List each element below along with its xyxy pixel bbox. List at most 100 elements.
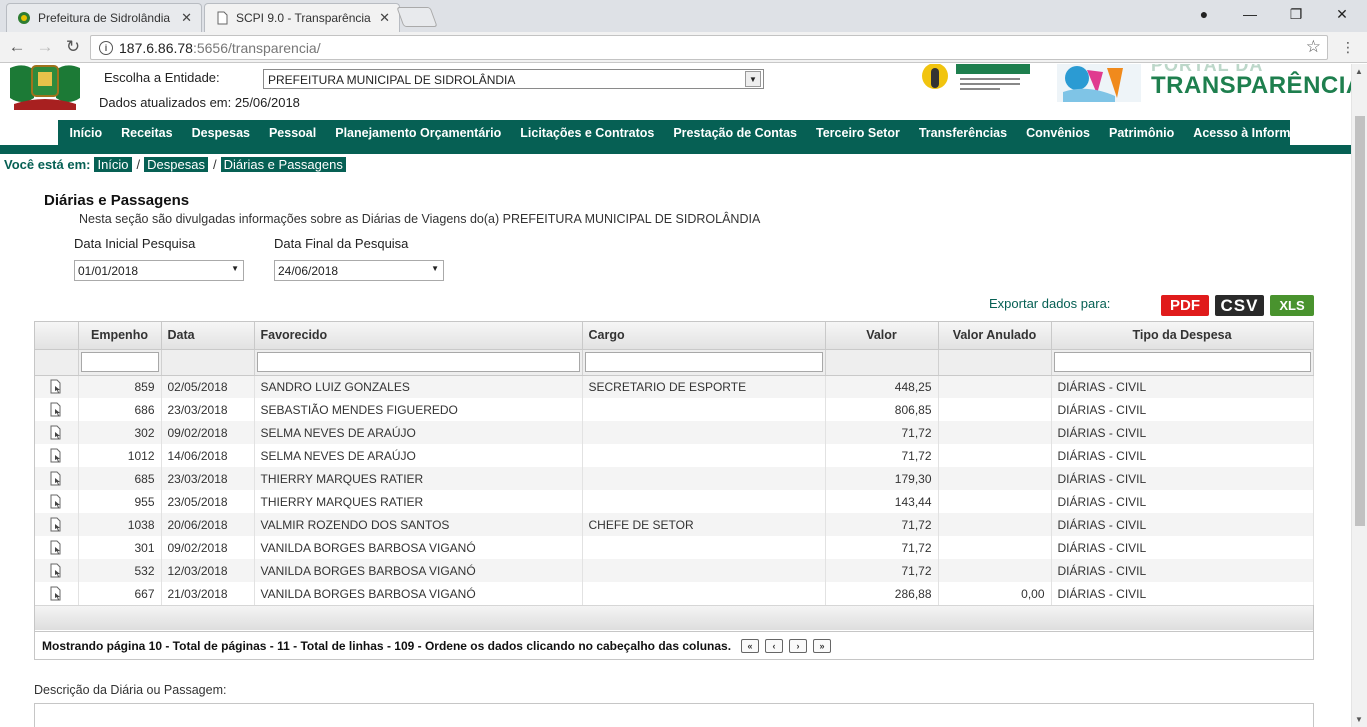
grid-footer: Mostrando página 10 - Total de páginas -… [35, 631, 1313, 660]
cell-data: 20/06/2018 [161, 513, 255, 536]
menu-item-convenios[interactable]: Convênios [1026, 126, 1090, 140]
table-row[interactable]: 1038 20/06/2018 VALMIR ROZENDO DOS SANTOS C… [35, 513, 1314, 536]
cell-valor: 286,88 [825, 582, 939, 605]
col-header-valor[interactable]: Valor [825, 322, 939, 350]
new-tab-button[interactable] [396, 7, 438, 27]
menu-item-transferencias[interactable]: Transferências [919, 126, 1007, 140]
cell-valor-anulado: 0,00 [938, 582, 1052, 605]
view-detail-icon[interactable] [49, 586, 63, 601]
col-header-icon [35, 322, 79, 350]
cell-detail [35, 375, 79, 398]
menu-item-terceiro-setor[interactable]: Terceiro Setor [816, 126, 900, 140]
breadcrumb-inicio[interactable]: Início [94, 157, 132, 172]
table-row[interactable]: 532 12/03/2018 VANILDA BORGES BARBOSA VIGA… [35, 559, 1314, 582]
last-page-icon[interactable]: » [813, 639, 832, 653]
start-date-select[interactable]: 01/01/2018 ▼ [74, 260, 244, 281]
col-header-tipo-despesa[interactable]: Tipo da Despesa [1051, 322, 1314, 350]
view-detail-icon[interactable] [49, 540, 63, 555]
close-window-icon[interactable]: ✕ [1320, 0, 1364, 28]
col-header-empenho[interactable]: Empenho [78, 322, 162, 350]
page-title: Diárias e Passagens [44, 192, 190, 209]
close-tab-icon[interactable]: ✕ [379, 10, 390, 26]
page-scrollbar[interactable]: ▲ ▼ [1351, 64, 1367, 727]
address-bar[interactable]: i 187.6.86.78:5656/transparencia/ ☆ [90, 35, 1328, 60]
view-detail-icon[interactable] [49, 517, 63, 532]
filter-cell-empenho [78, 349, 162, 376]
bookmark-star-icon[interactable]: ☆ [1306, 37, 1321, 57]
menu-item-patrimonio[interactable]: Patrimônio [1109, 126, 1174, 140]
breadcrumb-despesas[interactable]: Despesas [144, 157, 208, 172]
table-row[interactable]: 1012 14/06/2018 SELMA NEVES DE ARAÚJO 71,72… [35, 444, 1314, 467]
forward-icon[interactable]: → [34, 37, 56, 57]
view-detail-icon[interactable] [49, 563, 63, 578]
scroll-up-icon[interactable]: ▲ [1355, 67, 1363, 76]
filter-favorecido-input[interactable] [256, 352, 580, 372]
prev-page-icon[interactable]: ‹ [765, 639, 784, 653]
col-header-valor-anulado[interactable]: Valor Anulado [938, 322, 1052, 350]
table-row[interactable]: 667 21/03/2018 VANILDA BORGES BARBOSA VIGA… [35, 582, 1314, 605]
table-row[interactable]: 302 09/02/2018 SELMA NEVES DE ARAÚJO 71,72 D… [35, 421, 1314, 444]
grid-spacer [35, 605, 1313, 630]
first-page-icon[interactable]: « [741, 639, 760, 653]
export-csv-button[interactable]: CSV [1215, 295, 1264, 316]
menu-item-receitas[interactable]: Receitas [121, 126, 172, 140]
table-row[interactable]: 686 23/03/2018 SEBASTIÃO MENDES FIGUEREDO 8… [35, 398, 1314, 421]
col-header-data[interactable]: Data [161, 322, 255, 350]
filter-tipo-input[interactable] [1053, 352, 1311, 372]
menu-item-pessoal[interactable]: Pessoal [269, 126, 316, 140]
cell-empenho: 667 [78, 582, 162, 605]
start-date-label: Data Inicial Pesquisa [74, 236, 196, 251]
view-detail-icon[interactable] [49, 425, 63, 440]
table-row[interactable]: 301 09/02/2018 VANILDA BORGES BARBOSA VIGA… [35, 536, 1314, 559]
cell-tipo-despesa: DIÁRIAS - CIVIL [1051, 421, 1314, 444]
site-info-icon[interactable]: i [99, 40, 113, 55]
view-detail-icon[interactable] [49, 494, 63, 509]
scroll-down-icon[interactable]: ▼ [1355, 715, 1363, 724]
cell-valor-anulado [938, 559, 1052, 582]
menu-item-planejamento[interactable]: Planejamento Orçamentário [335, 126, 501, 140]
view-detail-icon[interactable] [49, 402, 63, 417]
menu-item-acesso[interactable]: Acesso à Informação [1193, 126, 1319, 140]
tab-label: Prefeitura de Sidrolândia [38, 11, 171, 25]
view-detail-icon[interactable] [49, 379, 63, 394]
tab-scpi[interactable]: SCPI 9.0 - Transparência ✕ [204, 3, 400, 32]
col-header-favorecido[interactable]: Favorecido [254, 322, 583, 350]
menu-item-despesas[interactable]: Despesas [192, 126, 250, 140]
maximize-icon[interactable]: ❐ [1274, 0, 1318, 28]
next-page-icon[interactable]: › [789, 639, 808, 653]
table-row[interactable]: 685 23/03/2018 THIERRY MARQUES RATIER 179,3… [35, 467, 1314, 490]
end-date-select[interactable]: 24/06/2018 ▼ [274, 260, 444, 281]
filter-empenho-input[interactable] [80, 352, 159, 372]
menu-item-inicio[interactable]: Início [70, 126, 103, 140]
reload-icon[interactable]: ↻ [62, 37, 84, 57]
cell-cargo [582, 444, 826, 467]
menu-item-prestacao[interactable]: Prestação de Contas [673, 126, 797, 140]
view-detail-icon[interactable] [49, 471, 63, 486]
profile-icon[interactable]: ● [1182, 0, 1226, 28]
export-xls-button[interactable]: XLS [1270, 295, 1314, 316]
entity-select[interactable]: PREFEITURA MUNICIPAL DE SIDROLÂNDIA ▼ [263, 69, 764, 89]
tab-prefeitura[interactable]: Prefeitura de Sidrolândia ✕ [6, 3, 202, 32]
cell-valor: 806,85 [825, 398, 939, 421]
table-row[interactable]: 859 02/05/2018 SANDRO LUIZ GONZALES SECRETA… [35, 375, 1314, 398]
esic-logo[interactable] [920, 64, 1040, 94]
minimize-icon[interactable]: — [1228, 0, 1272, 28]
browser-menu-icon[interactable]: ⋮ [1337, 37, 1359, 57]
cell-data: 02/05/2018 [161, 375, 255, 398]
end-date-label: Data Final da Pesquisa [274, 236, 409, 251]
cell-favorecido: SEBASTIÃO MENDES FIGUEREDO [254, 398, 583, 421]
cell-cargo: SECRETARIO DE ESPORTE [582, 375, 826, 398]
export-pdf-button[interactable]: PDF [1161, 295, 1209, 316]
entity-select-value: PREFEITURA MUNICIPAL DE SIDROLÂNDIA [268, 73, 516, 87]
col-header-cargo[interactable]: Cargo [582, 322, 826, 350]
close-tab-icon[interactable]: ✕ [181, 10, 192, 26]
cell-empenho: 301 [78, 536, 162, 559]
filter-cargo-input[interactable] [584, 352, 823, 372]
menu-item-licitacoes[interactable]: Licitações e Contratos [520, 126, 654, 140]
table-row[interactable]: 955 23/05/2018 THIERRY MARQUES RATIER 143,4… [35, 490, 1314, 513]
breadcrumb-diarias[interactable]: Diárias e Passagens [220, 157, 346, 172]
cell-detail [35, 398, 79, 421]
back-icon[interactable]: ← [6, 37, 28, 57]
view-detail-icon[interactable] [49, 448, 63, 463]
scroll-thumb[interactable] [1355, 116, 1365, 526]
